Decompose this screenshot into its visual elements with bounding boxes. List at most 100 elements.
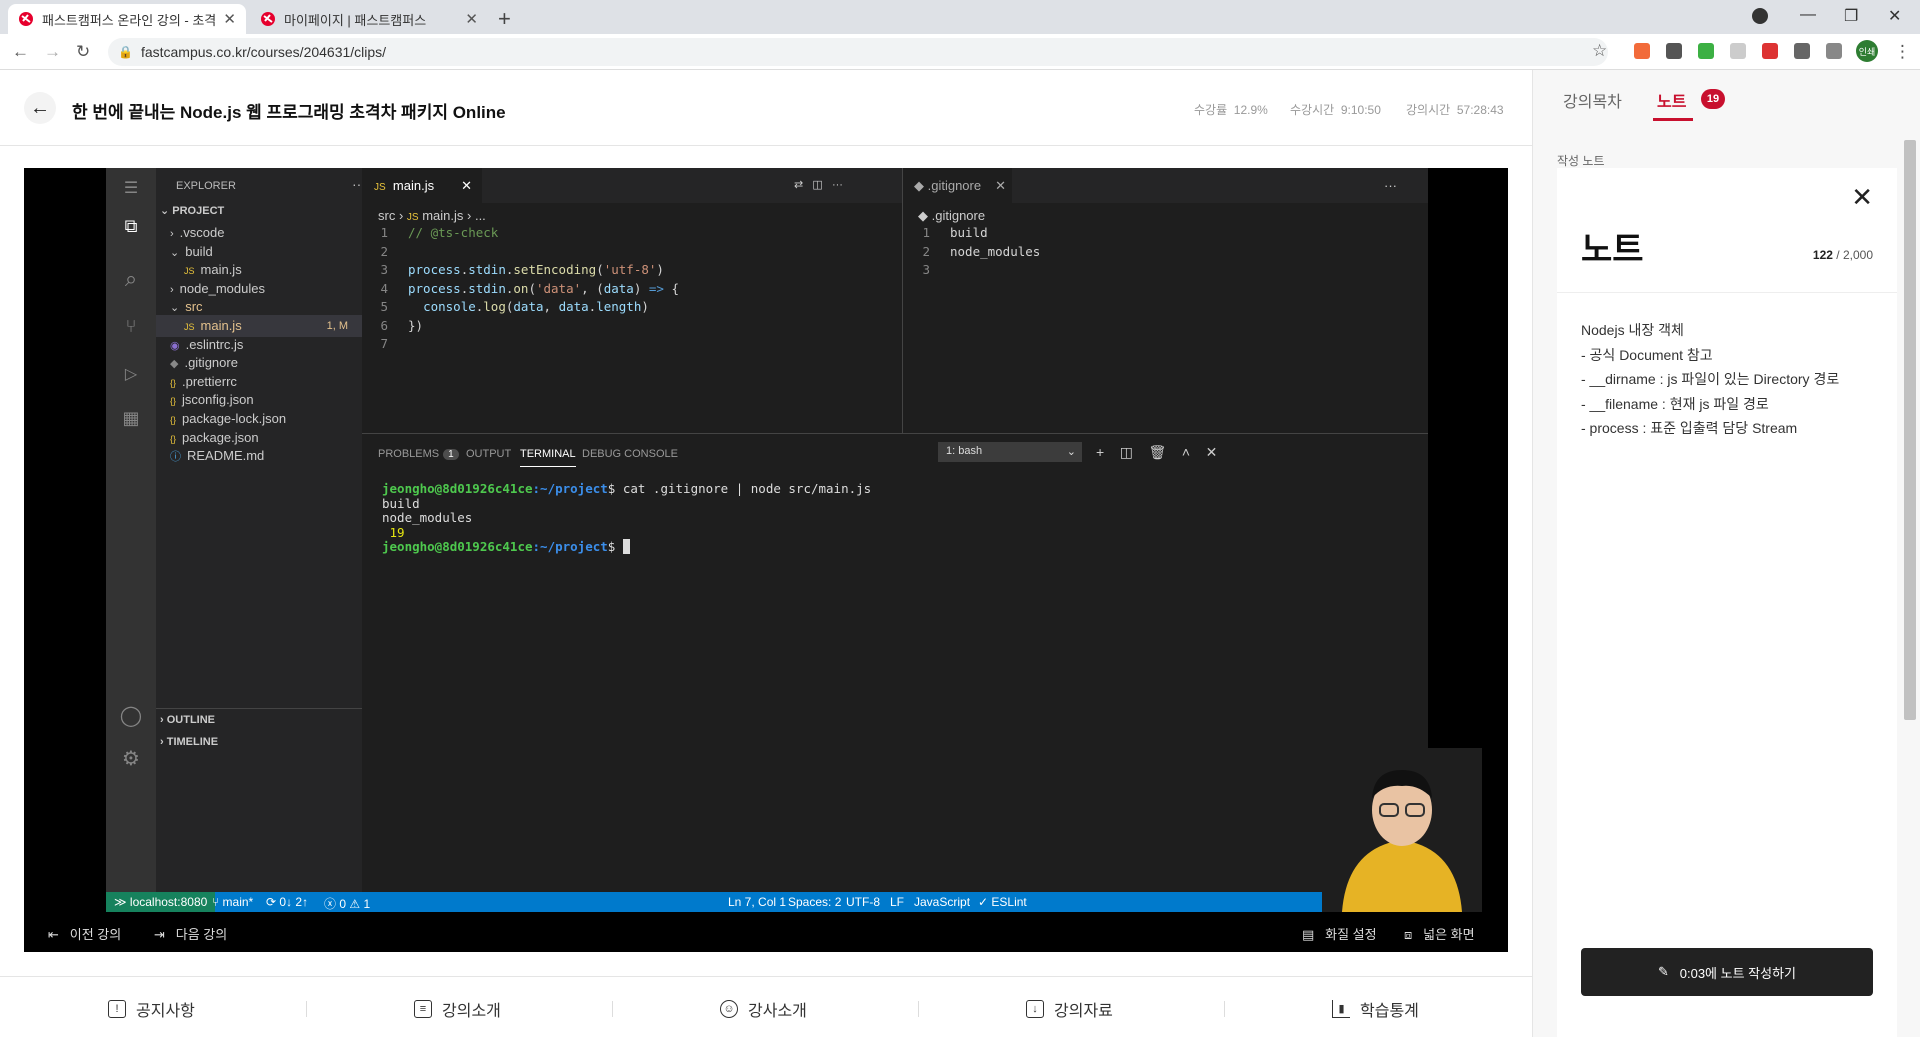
- note-line: - 공식 Document 참고: [1581, 346, 1713, 363]
- timeline-section: › TIMELINE: [160, 736, 219, 748]
- editor-tab-gitignore: ◆ .gitignore ✕: [902, 168, 1012, 203]
- profile-dropdown-icon[interactable]: [1752, 8, 1768, 24]
- explorer-item-label: README.md: [187, 448, 265, 464]
- terminal-output: jeongho@8d01926c41ce:~/project$ cat .git…: [382, 481, 872, 554]
- close-tab-icon[interactable]: ✕: [223, 10, 236, 28]
- close-icon[interactable]: ✕: [1851, 182, 1873, 213]
- written-notes-label: 작성 노트: [1557, 154, 1605, 168]
- puzzle-extensions-icon[interactable]: [1794, 43, 1810, 59]
- browser-tab-course[interactable]: 패스트캠퍼스 온라인 강의 - 초격 ✕: [8, 4, 246, 34]
- divider: [918, 1001, 919, 1017]
- chart-icon: ▮: [1332, 1000, 1350, 1018]
- nav-materials[interactable]: ↓ 강의자료: [1026, 997, 1113, 1021]
- panel-tab-problems: PROBLEMS 1: [378, 448, 459, 460]
- explorer-item-label: build: [185, 243, 213, 259]
- watch-time-stat: 수강시간 9:10:50: [1290, 103, 1381, 117]
- nav-stats[interactable]: ▮ 학습통계: [1332, 997, 1419, 1021]
- remote-indicator: ≫ localhost:8080: [106, 892, 216, 912]
- explorer-item-label: jsconfig.json: [182, 392, 254, 408]
- main-js-code: 1// @ts-check 2 3 process.stdin.setEncodi…: [380, 225, 680, 351]
- explorer-item-label: node_modules: [179, 280, 265, 296]
- progress-stat: 수강률 12.9%: [1194, 103, 1268, 117]
- bookmark-star-icon[interactable]: ☆: [1592, 41, 1607, 61]
- activity-bar: ☰ ⧉ ⌕ ⑂ ▷ ▦ ◯ ⚙: [106, 168, 156, 912]
- pencil-icon: ✎: [1658, 964, 1669, 979]
- nav-notice[interactable]: ! 공지사항: [108, 997, 195, 1021]
- skip-back-icon: ⇤: [48, 927, 59, 942]
- skip-forward-icon: ⇥: [154, 927, 165, 942]
- next-lecture-button[interactable]: ⇥ 다음 강의: [154, 924, 227, 943]
- extension-icon[interactable]: [1698, 43, 1714, 59]
- gitignore-code: 1 build 2 node_modules 3: [922, 225, 1041, 277]
- note-heading: 노트: [1581, 231, 1644, 269]
- eol: LF: [890, 895, 905, 909]
- folder-icon: ›: [170, 228, 174, 240]
- editor-tabs: JS main.js ✕ ⇄ ◫ ··· ◆ .gitignore ✕ ···: [362, 168, 1428, 203]
- vscode-window: ☰ ⧉ ⌕ ⑂ ▷ ▦ ◯ ⚙ EXPLORER ··· ⌄ PROJECT ›…: [106, 168, 1482, 912]
- search-icon: ⌕: [124, 266, 138, 291]
- explorer-item-label: main.js: [200, 262, 242, 278]
- browser-tab-title: 마이페이지 | 패스트캠퍼스: [284, 12, 427, 28]
- panel-tab-output: OUTPUT: [466, 448, 512, 460]
- forward-arrow-icon[interactable]: →: [44, 42, 61, 62]
- panel-tab-debug-console: DEBUG CONSOLE: [582, 448, 678, 460]
- lecture-time-stat: 강의시간 57:28:43: [1406, 103, 1504, 117]
- calendar-icon: ≡: [414, 1000, 432, 1018]
- divider: [612, 1001, 613, 1017]
- explorer-item-label: package.json: [182, 429, 259, 445]
- url-field[interactable]: 🔒 fastcampus.co.kr/courses/204631/clips/: [108, 38, 1608, 66]
- back-button[interactable]: ←: [24, 92, 56, 124]
- js-icon: JS: [184, 322, 195, 332]
- explorer-panel: EXPLORER ··· ⌄ PROJECT › .vscode ⌄ build JS m…: [156, 168, 366, 912]
- more-icon: ···: [1384, 178, 1397, 193]
- video-player[interactable]: ☰ ⧉ ⌕ ⑂ ▷ ▦ ◯ ⚙ EXPLORER ··· ⌄ PROJECT ›…: [24, 168, 1508, 952]
- nav-course-intro[interactable]: ≡ 강의소개: [414, 997, 501, 1021]
- breadcrumb: src › JS main.js › ...: [378, 208, 486, 223]
- terminal-actions-icon: + ◫ 🗑 ˄ ✕: [1096, 444, 1218, 460]
- bottom-panel: PROBLEMS 1 OUTPUT TERMINAL DEBUG CONSOLE …: [362, 433, 1428, 892]
- profile-avatar[interactable]: 인쇄: [1856, 40, 1878, 62]
- info-icon: ⓘ: [170, 451, 181, 464]
- maximize-icon[interactable]: ❐: [1844, 6, 1858, 26]
- browser-tab-title: 패스트캠퍼스 온라인 강의 - 초격: [42, 12, 217, 28]
- explorer-item-label: .eslintrc.js: [185, 336, 244, 352]
- write-note-button[interactable]: ✎ 0:03에 노트 작성하기: [1581, 948, 1873, 996]
- minimize-icon[interactable]: —: [1800, 6, 1816, 24]
- new-tab-icon[interactable]: +: [498, 6, 511, 32]
- browser-tab-mypage[interactable]: 마이페이지 | 패스트캠퍼스 ✕: [250, 4, 488, 34]
- extension-icon[interactable]: [1666, 43, 1682, 59]
- page-scrollbar[interactable]: [1904, 140, 1916, 720]
- nav-instructor-intro[interactable]: ☺ 강사소개: [720, 997, 807, 1021]
- close-tab-icon[interactable]: ✕: [465, 10, 478, 28]
- encoding: UTF-8: [846, 895, 880, 909]
- explorer-item-label: .gitignore: [184, 355, 238, 371]
- extension-icon[interactable]: [1634, 43, 1650, 59]
- note-line: - __filename : 현재 js 파일 경로: [1581, 395, 1769, 412]
- tab-curriculum[interactable]: 강의목차: [1563, 88, 1622, 112]
- divider: [1224, 1001, 1225, 1017]
- prev-lecture-button[interactable]: ⇤ 이전 강의: [48, 924, 121, 943]
- menu-kebab-icon[interactable]: ⋮: [1894, 42, 1911, 62]
- reading-list-icon[interactable]: [1826, 43, 1842, 59]
- breadcrumb-gitignore: ◆ .gitignore: [918, 208, 986, 223]
- extension-icon[interactable]: [1762, 43, 1778, 59]
- reload-icon[interactable]: ↻: [76, 42, 90, 62]
- explorer-item-label: package-lock.json: [182, 411, 287, 426]
- editor-split-divider: [902, 168, 903, 433]
- course-bottom-nav: ! 공지사항 ≡ 강의소개 ☺ 강사소개 ↓ 강의자료 ▮ 학습통계: [0, 976, 1532, 1037]
- editor-actions-icon: ⇄ ◫ ···: [794, 179, 843, 191]
- course-header: ← 한 번에 끝내는 Node.js 웹 프로그래밍 초격차 패키지 Onlin…: [0, 70, 1532, 146]
- window-close-icon[interactable]: ✕: [1888, 6, 1901, 26]
- video-control-bar: ⇤ 이전 강의 ⇥ 다음 강의 ▤ 화질 설정 ⧈ 넓은 화면: [24, 912, 1508, 952]
- back-arrow-icon[interactable]: ←: [12, 42, 29, 62]
- tab-notes[interactable]: 노트: [1657, 88, 1686, 112]
- note-content[interactable]: Nodejs 내장 객체 - 공식 Document 참고 - __dirnam…: [1581, 318, 1839, 441]
- language-mode: JavaScript: [914, 895, 971, 909]
- course-title: 한 번에 끝내는 Node.js 웹 프로그래밍 초격차 패키지 Online: [72, 103, 506, 122]
- address-bar: ← → ↻ 🔒 fastcampus.co.kr/courses/204631/…: [0, 34, 1920, 70]
- extension-icon[interactable]: [1730, 43, 1746, 59]
- quality-settings-button[interactable]: ▤ 화질 설정: [1302, 924, 1377, 943]
- download-icon: ↓: [1026, 1000, 1044, 1018]
- wide-screen-button[interactable]: ⧈ 넓은 화면: [1404, 924, 1475, 943]
- note-line: - __dirname : js 파일이 있는 Directory 경로: [1581, 371, 1840, 387]
